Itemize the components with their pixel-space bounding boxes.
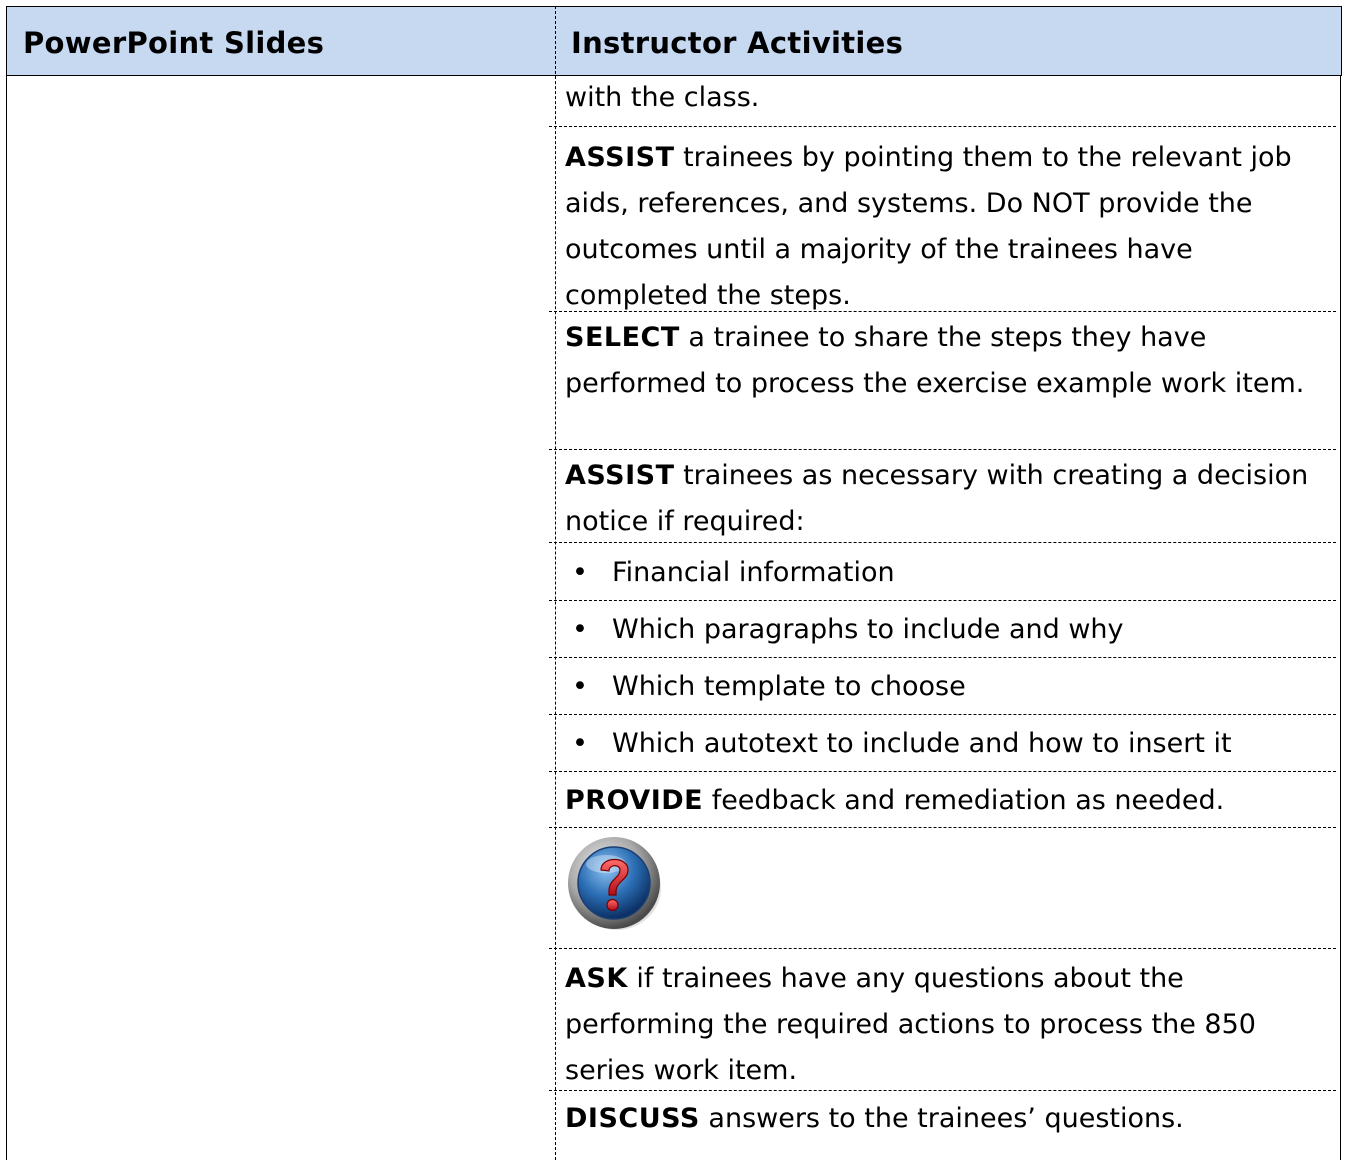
activity-provide-feedback: PROVIDE feedback and remediation as need… (565, 785, 1225, 816)
row-divider (549, 542, 1336, 543)
activity-verb: ASSIST (565, 460, 675, 491)
bullet-item: Which template to choose (612, 671, 966, 702)
bullet-marker: • (572, 728, 588, 759)
column-divider (555, 6, 556, 1160)
activity-verb: ASSIST (565, 142, 675, 173)
activity-assist-decision-notice: ASSIST trainees as necessary with creati… (565, 460, 1309, 537)
row-divider (549, 600, 1336, 601)
table-header-row: PowerPoint Slides Instructor Activities (6, 6, 1342, 76)
activity-verb: SELECT (565, 322, 680, 353)
question-mark-icon (566, 834, 664, 932)
bullet-item: Which autotext to include and how to ins… (612, 728, 1232, 759)
activity-select-trainee: SELECT a trainee to share the steps they… (565, 322, 1305, 399)
row-divider (549, 126, 1336, 127)
activity-assist-references: ASSIST trainees by pointing them to the … (565, 142, 1292, 311)
row-divider (549, 449, 1336, 450)
activity-verb: ASK (565, 963, 628, 994)
bullet-item: Which paragraphs to include and why (612, 614, 1124, 645)
bullet-marker: • (572, 557, 588, 588)
activity-text-continued: with the class. (565, 82, 760, 113)
row-divider (549, 948, 1336, 949)
row-divider (549, 714, 1336, 715)
row-divider (549, 771, 1336, 772)
table-left-border (6, 76, 7, 1160)
activity-verb: DISCUSS (565, 1103, 700, 1134)
row-divider (549, 1090, 1336, 1091)
bullet-marker: • (572, 614, 588, 645)
row-divider (549, 311, 1336, 312)
header-instructor-activities: Instructor Activities (571, 26, 904, 60)
bullet-marker: • (572, 671, 588, 702)
activity-ask-questions: ASK if trainees have any questions about… (565, 963, 1256, 1086)
bullet-item: Financial information (612, 557, 895, 588)
activity-verb: PROVIDE (565, 785, 704, 816)
header-powerpoint-slides: PowerPoint Slides (23, 26, 325, 60)
row-divider (549, 657, 1336, 658)
activity-discuss-answers: DISCUSS answers to the trainees’ questio… (565, 1103, 1184, 1134)
row-divider (549, 827, 1336, 828)
table-right-border (1340, 76, 1341, 1160)
